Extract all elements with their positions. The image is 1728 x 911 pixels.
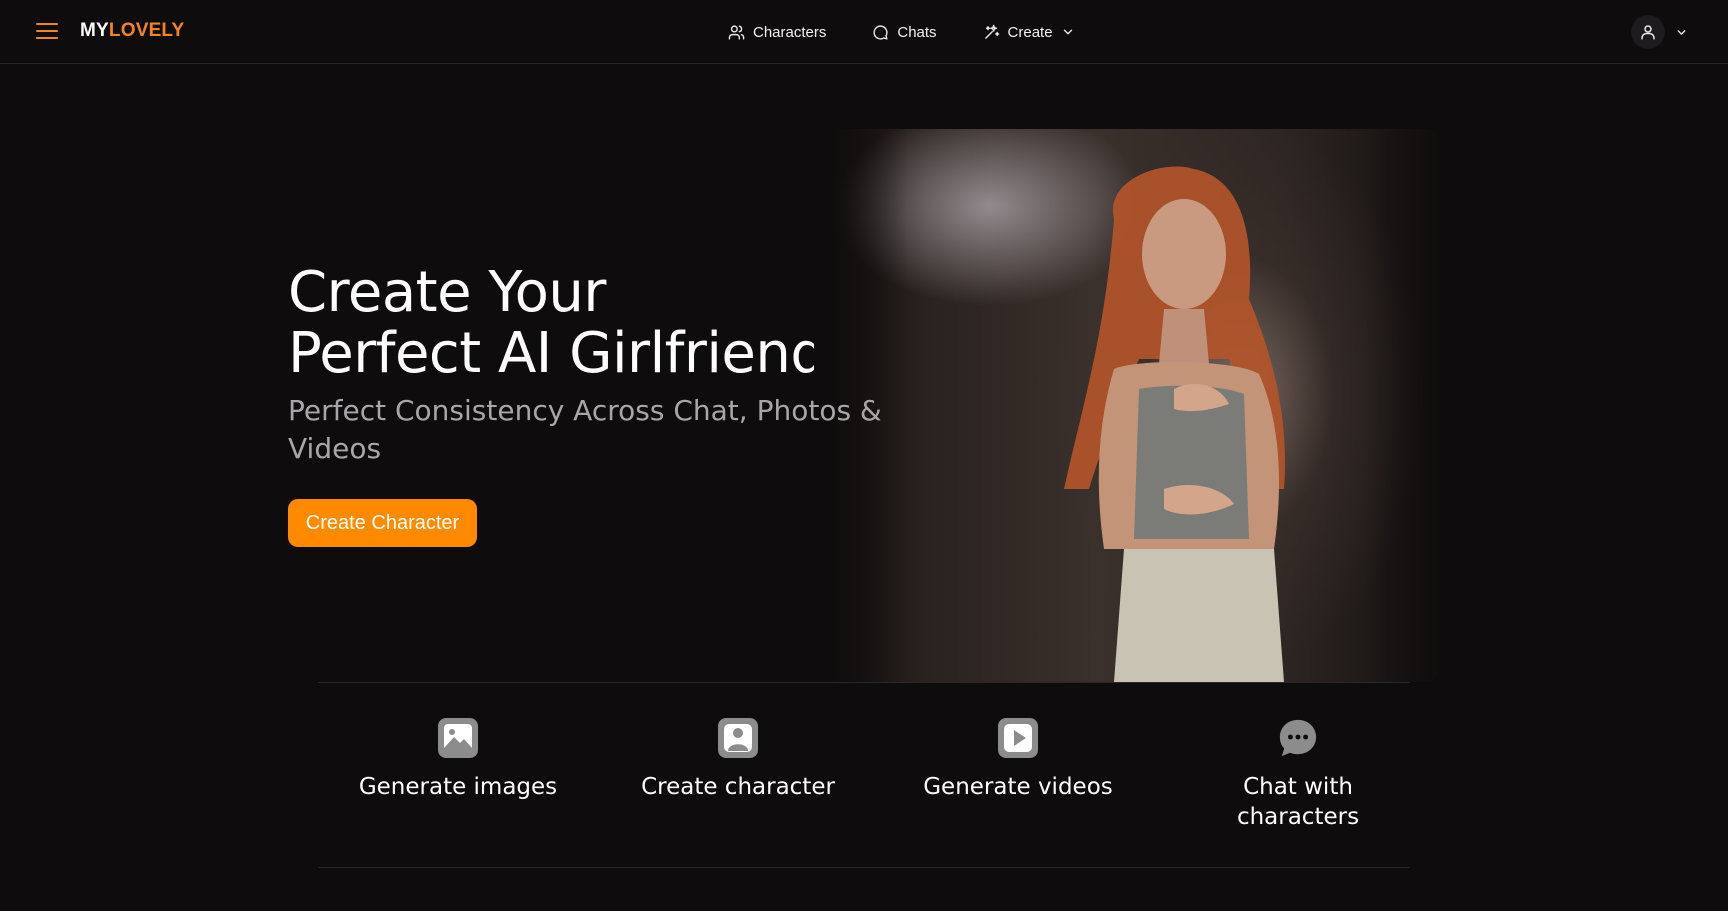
feature-generate-images[interactable]: Generate images	[318, 700, 598, 860]
nav-chats[interactable]: Chats	[872, 23, 937, 41]
feature-label: Create character	[641, 774, 835, 800]
hero-subtitle: Perfect Consistency Across Chat, Photos …	[288, 394, 882, 465]
create-character-button[interactable]: Create Character	[288, 499, 477, 547]
nav-characters-label: Characters	[753, 23, 827, 41]
brand-logo-part2: LOVELY	[108, 20, 185, 41]
feature-label: Generate videos	[923, 774, 1113, 800]
brand-logo[interactable]: MYLOVELY	[80, 20, 184, 42]
chat-bubble-icon	[1278, 718, 1318, 758]
chevron-down-icon	[1063, 29, 1072, 35]
top-navbar: MYLOVELY Characters Chats Create	[0, 0, 1728, 64]
nav-create-label: Create	[1007, 23, 1053, 41]
feature-generate-videos[interactable]: Generate videos	[878, 700, 1158, 860]
user-account-menu[interactable]	[1631, 15, 1688, 49]
hero-title-line1: Create Your	[288, 260, 606, 325]
feature-row: Generate images Create character Generat…	[318, 700, 1438, 860]
nav-characters[interactable]: Characters	[728, 24, 826, 41]
feature-label: Chat with characters	[1236, 774, 1360, 830]
feature-divider-bottom	[318, 867, 1410, 868]
feature-chat-with-characters[interactable]: Chat with characters	[1158, 700, 1438, 860]
feature-create-character[interactable]: Create character	[598, 700, 878, 860]
hero-title-line2: Perfect AI Girlfriend	[288, 321, 826, 386]
play-icon	[998, 718, 1038, 758]
image-icon	[438, 718, 478, 758]
person-portrait-icon	[718, 718, 758, 758]
user-icon	[1641, 25, 1655, 40]
users-icon	[728, 24, 745, 40]
feature-label: Generate images	[358, 774, 558, 800]
hero-title: Create Your Perfect AI Girlfriend	[288, 262, 848, 384]
avatar	[1631, 15, 1665, 49]
chat-bubble-outline-icon	[873, 24, 888, 40]
main-nav: Characters Chats Create	[728, 20, 1075, 44]
feature-divider-top	[318, 682, 1410, 683]
nav-create-dropdown[interactable]: Create	[983, 24, 1075, 41]
chevron-down-icon	[1677, 29, 1686, 35]
nav-chats-label: Chats	[897, 23, 937, 41]
sparkle-wand-icon	[984, 24, 999, 39]
hamburger-menu-icon[interactable]	[34, 20, 60, 42]
brand-logo-part1: MY	[80, 20, 109, 41]
